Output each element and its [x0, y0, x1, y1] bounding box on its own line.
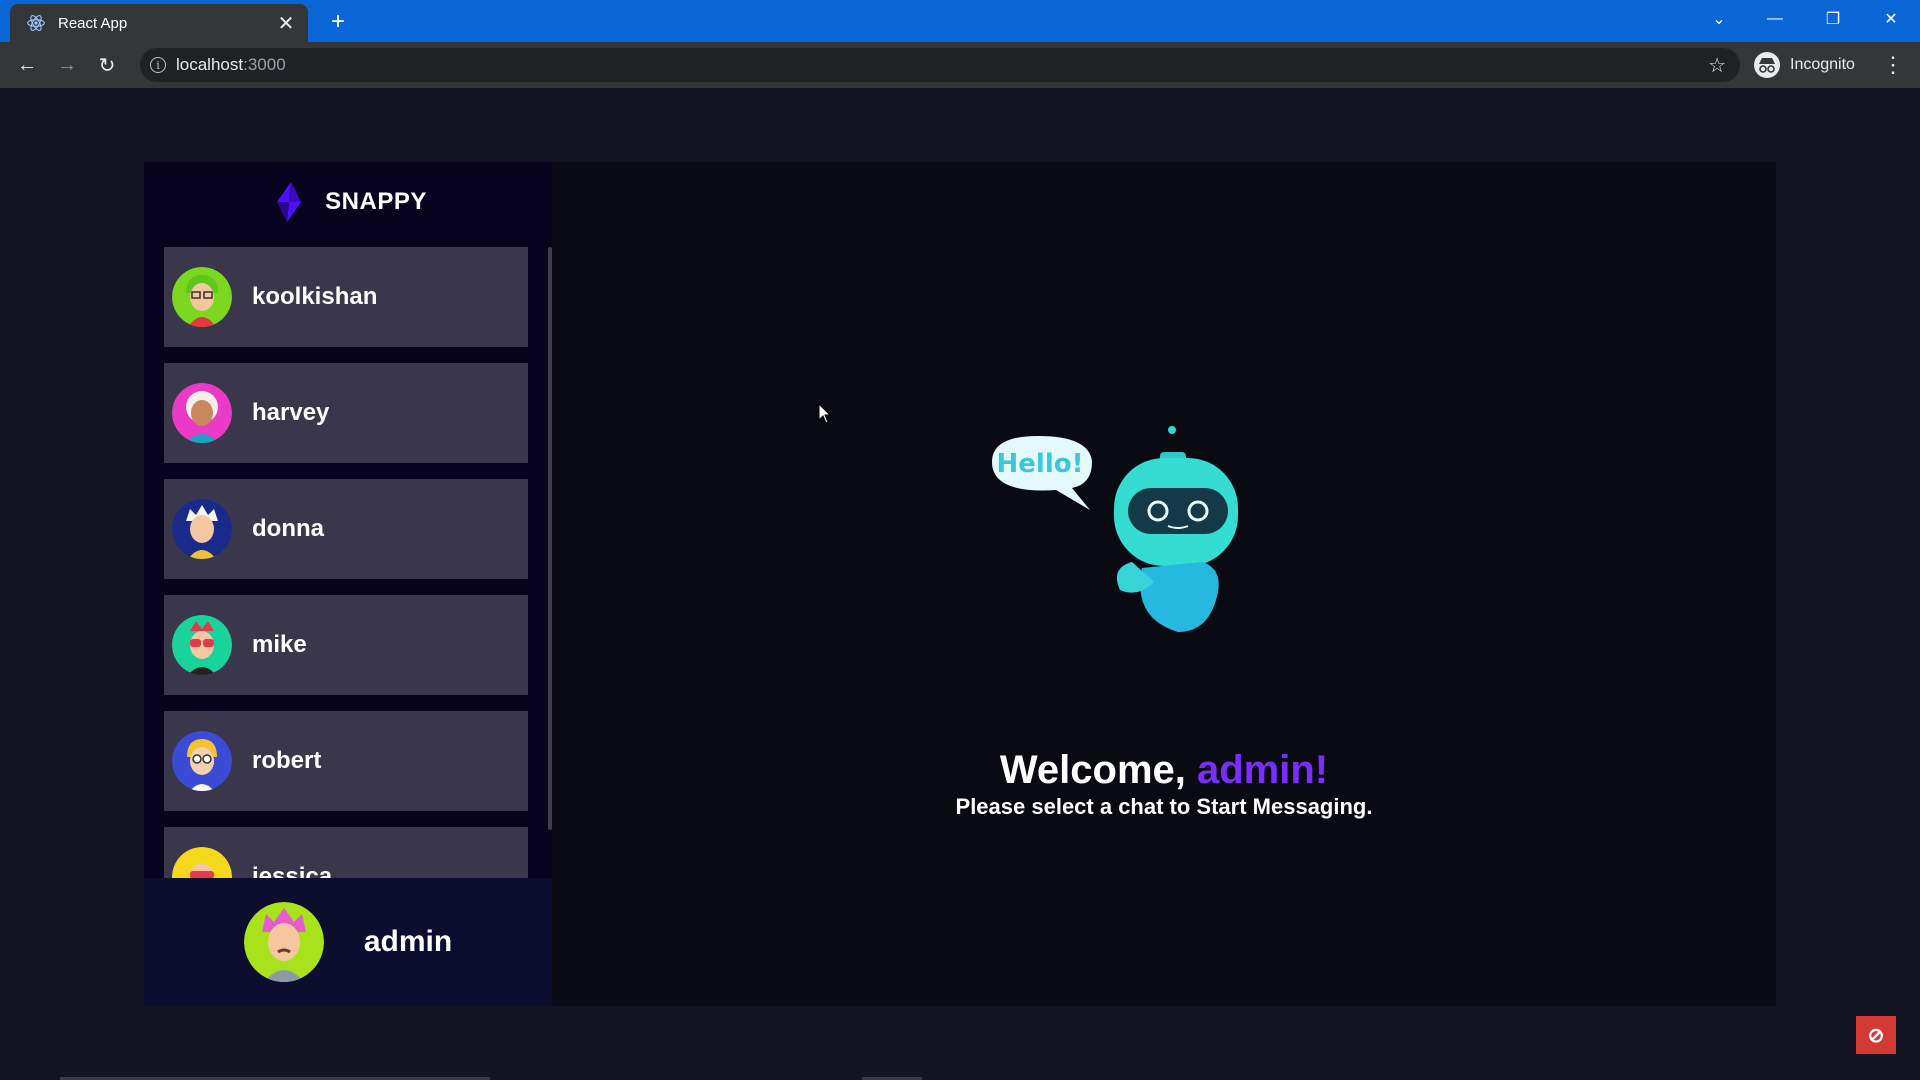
- contact-name: donna: [252, 515, 324, 542]
- browser-tab-strip: React App ✕ + ⌄ — ❐ ✕: [0, 0, 1920, 42]
- avatar: [172, 499, 232, 559]
- welcome-greeting: Welcome,: [999, 748, 1186, 792]
- welcome-username: admin!: [1197, 748, 1329, 792]
- mouse-cursor-icon: [818, 403, 832, 424]
- avatar: [172, 847, 232, 882]
- close-icon[interactable]: ✕: [274, 11, 298, 35]
- contact-item[interactable]: donna: [164, 479, 528, 579]
- forward-arrow-icon[interactable]: →: [52, 50, 82, 80]
- plus-icon[interactable]: +: [324, 8, 352, 36]
- avatar: [172, 731, 232, 791]
- minimize-icon[interactable]: —: [1752, 0, 1798, 38]
- tab-title: React App: [58, 14, 128, 32]
- incognito-icon: [1754, 52, 1780, 78]
- contact-item[interactable]: mike: [164, 595, 528, 695]
- profile-label: Incognito: [1790, 56, 1855, 73]
- avatar: [172, 267, 232, 327]
- brand-name: SNAPPY: [325, 188, 427, 215]
- incognito-profile-button[interactable]: Incognito: [1754, 50, 1855, 80]
- contact-name: koolkishan: [252, 283, 378, 310]
- contact-item[interactable]: robert: [164, 711, 528, 811]
- url-text: localhost:3000: [176, 55, 286, 74]
- contact-list[interactable]: koolkishan harvey donna mike robert jess…: [164, 247, 528, 882]
- reload-icon[interactable]: ↻: [92, 50, 122, 80]
- contacts-panel: SNAPPY koolkishan harvey donna mike robe…: [144, 162, 552, 1006]
- snappy-logo-icon: [277, 182, 302, 222]
- avatar: [243, 902, 324, 982]
- contact-item[interactable]: harvey: [164, 363, 528, 463]
- info-icon[interactable]: i: [150, 57, 166, 73]
- contact-name: robert: [252, 747, 322, 774]
- react-icon: [27, 15, 45, 31]
- contact-name: harvey: [252, 399, 330, 426]
- back-arrow-icon[interactable]: ←: [12, 50, 42, 80]
- avatar: [172, 615, 232, 675]
- robot-image: Hello!: [992, 426, 1238, 632]
- current-user: admin: [144, 878, 552, 1006]
- welcome-panel: Hello! Welcome, admin! Please select a c…: [552, 162, 1776, 1006]
- chat-container: SNAPPY koolkishan harvey donna mike robe…: [144, 162, 1776, 1006]
- welcome-heading: Welcome, admin!: [552, 748, 1776, 793]
- url-input[interactable]: i localhost:3000 ☆: [140, 48, 1740, 82]
- star-icon[interactable]: ☆: [1708, 53, 1726, 78]
- address-bar: ← → ↻ i localhost:3000 ☆ Incognito ⋮: [0, 42, 1920, 88]
- contact-name: mike: [252, 631, 307, 658]
- avatar: [172, 383, 232, 443]
- tab-search-icon[interactable]: ⌄: [1696, 0, 1742, 38]
- recorder-badge-icon[interactable]: ⊘: [1856, 1016, 1896, 1054]
- contact-item[interactable]: jessica: [164, 827, 528, 882]
- brand-header: SNAPPY: [144, 162, 552, 242]
- restore-icon[interactable]: ❐: [1810, 0, 1856, 38]
- kebab-menu-icon[interactable]: ⋮: [1880, 50, 1906, 80]
- robot-bubble-text: Hello!: [997, 449, 1084, 479]
- current-username: admin: [363, 925, 453, 958]
- welcome-subtitle: Please select a chat to Start Messaging.: [955, 794, 1373, 819]
- contact-item[interactable]: koolkishan: [164, 247, 528, 347]
- window-close-icon[interactable]: ✕: [1868, 0, 1914, 38]
- browser-tab[interactable]: React App ✕: [10, 4, 308, 42]
